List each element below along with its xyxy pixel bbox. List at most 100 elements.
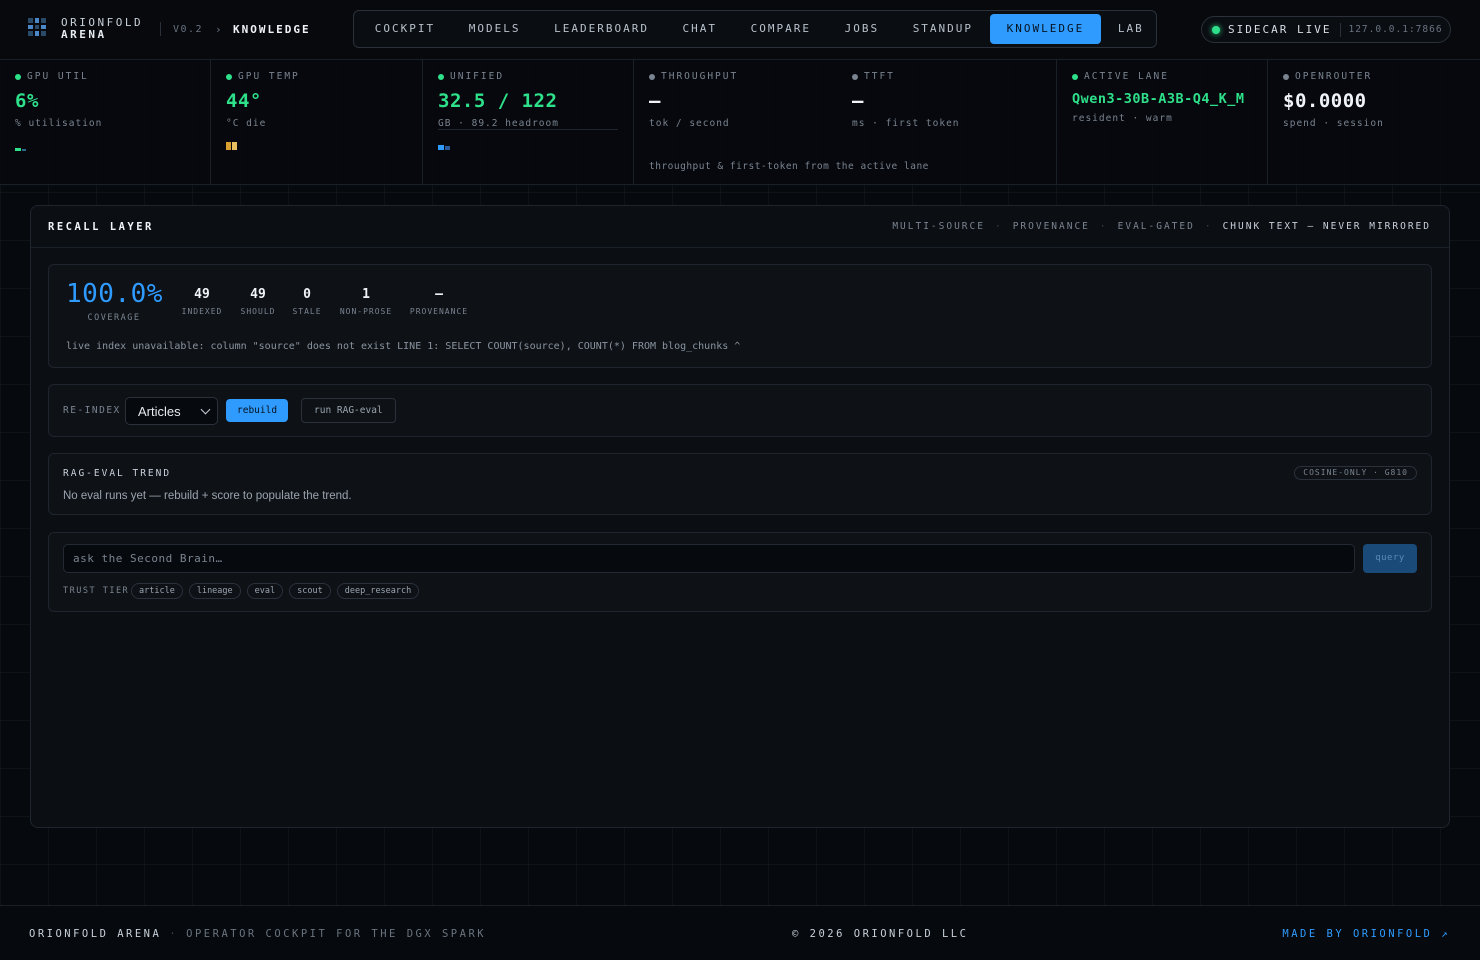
tab-knowledge[interactable]: KNOWLEDGE (989, 14, 1102, 44)
tab-jobs[interactable]: JOBS (828, 14, 896, 44)
index-error-message: live index unavailable: column "source" … (66, 341, 741, 352)
query-input[interactable] (73, 552, 1345, 565)
trust-tier-chip-article[interactable]: article (131, 583, 183, 599)
throughput-note: throughput & first-token from the active… (649, 161, 929, 172)
metric-sub: GB · 89.2 headroom (438, 118, 559, 129)
query-card: query TRUST TIER article lineage eval scout… (48, 532, 1432, 612)
run-rag-eval-button[interactable]: run RAG-eval (301, 398, 396, 423)
metric-value: $0.0000 (1283, 90, 1367, 112)
footer-left: ORIONFOLD ARENA · OPERATOR COCKPIT FOR THE… (29, 928, 486, 940)
metric-divider (438, 129, 618, 130)
metric-unified-memory: UNIFIED 32.5 / 122 GB · 89.2 headroom (423, 60, 634, 184)
stat-value: — (435, 287, 443, 302)
stat-label: SHOULD (240, 307, 276, 316)
stat-value: 49 (194, 287, 210, 302)
footer-brand: ORIONFOLD ARENA (29, 928, 162, 940)
reindex-card: RE-INDEX Articles rebuild run RAG-eval (48, 384, 1432, 437)
panel-tag: MULTI-SOURCE (892, 221, 985, 232)
panel-tag-highlight: CHUNK TEXT — NEVER MIRRORED (1222, 221, 1431, 232)
version-label: V0.2 (173, 24, 204, 35)
footer-separator: · (169, 928, 179, 940)
stat-label: PROVENANCE (409, 307, 469, 316)
sidecar-address: 127.0.0.1:7866 (1348, 24, 1443, 35)
metric-value: — (852, 90, 864, 112)
metric-label-text: ACTIVE LANE (1084, 71, 1169, 82)
panel-tag: PROVENANCE (1012, 221, 1090, 232)
metric-label: GPU TEMP (226, 71, 407, 82)
reindex-label: RE-INDEX (63, 405, 121, 416)
metric-sub: ms · first token (852, 118, 960, 129)
trust-tier-chip-lineage[interactable]: lineage (188, 583, 241, 599)
metric-ttft: TTFT — ms · first token (852, 71, 960, 129)
top-header: ORIONFOLD ARENA V0.2 › KNOWLEDGE COCKPIT… (0, 0, 1480, 60)
metric-label: ACTIVE LANE (1072, 71, 1252, 82)
query-input-wrapper (63, 544, 1355, 573)
tab-chat[interactable]: CHAT (666, 14, 734, 44)
metric-label-text: UNIFIED (450, 71, 505, 82)
tab-cockpit[interactable]: COCKPIT (358, 14, 452, 44)
metric-label: THROUGHPUT (649, 71, 738, 82)
rebuild-button[interactable]: rebuild (226, 399, 289, 422)
trust-tier-label: TRUST TIER (63, 586, 130, 596)
metric-sub: spend · session (1283, 118, 1384, 129)
metric-label-text: OPENROUTER (1295, 71, 1373, 82)
spark-bar (232, 142, 237, 150)
metric-value: 32.5 / 122 (438, 90, 558, 112)
trust-tier-chip-deep-research[interactable]: deep_research (336, 583, 420, 599)
metric-label: UNIFIED (438, 71, 618, 82)
unified-sparkline (438, 145, 450, 150)
panel-tag: EVAL-GATED (1117, 221, 1195, 232)
tag-separator: · (1204, 221, 1213, 232)
status-dot-icon (1072, 73, 1078, 80)
spark-bar (15, 148, 21, 151)
tab-leaderboard[interactable]: LEADERBOARD (537, 14, 665, 44)
coverage-stat: 100.0% COVERAGE (66, 279, 162, 323)
source-select[interactable]: Articles (125, 397, 218, 425)
metric-sub: % utilisation (15, 118, 103, 129)
metric-label-text: GPU UTIL (27, 71, 89, 82)
source-select-value: Articles (138, 403, 181, 419)
stat-value: 1 (362, 287, 370, 302)
stat-should: 49 SHOULD (238, 287, 278, 316)
brand-line-2: ARENA (61, 28, 107, 41)
metric-label-text: TTFT (864, 71, 895, 82)
tag-separator: · (1099, 221, 1108, 232)
stat-non-prose: 1 NON-PROSE (338, 287, 394, 316)
metric-label: OPENROUTER (1283, 71, 1465, 82)
footer-copyright: © 2026 ORIONFOLD LLC (792, 928, 969, 940)
sidecar-status[interactable]: SIDECAR LIVE 127.0.0.1:7866 (1201, 16, 1451, 43)
metric-label: TTFT (852, 71, 960, 82)
metric-sub: °C die (226, 118, 267, 129)
spark-bar (226, 142, 231, 150)
spark-bar (438, 145, 444, 150)
footer: ORIONFOLD ARENA · OPERATOR COCKPIT FOR THE… (0, 905, 1480, 960)
trend-badge: COSINE-ONLY · G810 (1294, 466, 1417, 480)
coverage-label: COVERAGE (87, 313, 141, 323)
metric-value: 6% (15, 90, 39, 112)
made-by-link[interactable]: MADE BY ORIONFOLD ↗ (1282, 928, 1450, 940)
tab-lab[interactable]: LAB (1101, 14, 1160, 44)
tab-compare[interactable]: COMPARE (734, 14, 828, 44)
brand-name[interactable]: ORIONFOLD ARENA (61, 17, 143, 41)
query-button[interactable]: query (1363, 544, 1417, 573)
stat-indexed: 49 INDEXED (181, 287, 223, 316)
stat-provenance: — PROVENANCE (408, 287, 470, 316)
metric-throughput: THROUGHPUT — tok / second (649, 71, 738, 129)
spark-bar (445, 146, 450, 150)
tab-models[interactable]: MODELS (452, 14, 537, 44)
recall-layer-panel: RECALL LAYER MULTI-SOURCE · PROVENANCE ·… (30, 205, 1450, 828)
status-dot-icon (852, 73, 858, 80)
status-dot-icon (1283, 73, 1289, 80)
tab-standup[interactable]: STANDUP (896, 14, 990, 44)
sidecar-status-label: SIDECAR LIVE (1228, 23, 1332, 36)
orionfold-logo-icon[interactable] (28, 18, 46, 36)
sidecar-divider (1340, 22, 1342, 37)
status-dot-icon (438, 73, 444, 80)
spark-bar (22, 149, 26, 151)
trust-tier-chip-scout[interactable]: scout (289, 583, 331, 599)
trust-tier-chip-eval[interactable]: eval (246, 583, 284, 599)
metric-label: GPU UTIL (15, 71, 195, 82)
metric-throughput-group: THROUGHPUT — tok / second TTFT — ms · fi… (634, 60, 1057, 184)
panel-title: RECALL LAYER (48, 221, 154, 233)
metric-active-lane: ACTIVE LANE Qwen3-30B-A3B-Q4_K_M residen… (1057, 60, 1268, 184)
